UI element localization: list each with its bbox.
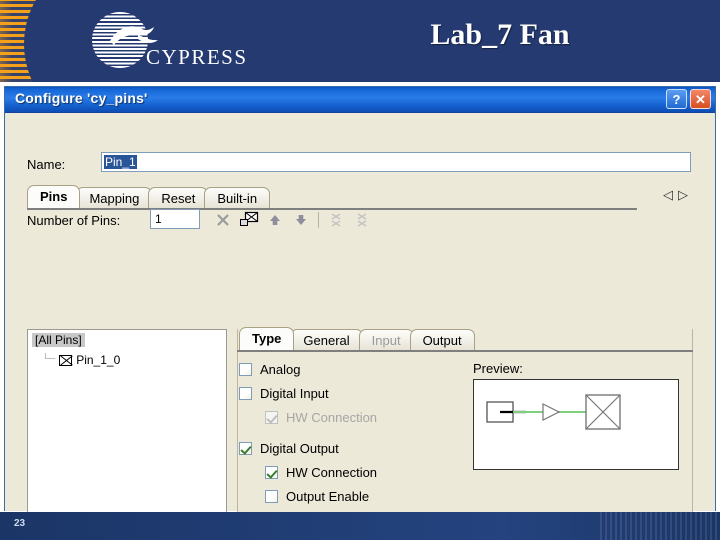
add-pin-icon[interactable] <box>237 210 261 230</box>
dialog-tabs: Pins Mapping Reset Built-in <box>27 185 693 209</box>
delete-pin-icon[interactable] <box>211 210 235 230</box>
pin-symbol-icon <box>59 354 73 366</box>
tab-label: Type <box>252 331 282 346</box>
tab-general[interactable]: General <box>290 329 363 350</box>
cypress-logo: CYPRESS <box>92 12 260 74</box>
option-row-analog-0[interactable]: Analog <box>239 357 396 381</box>
collapse-all-icon[interactable] <box>350 210 374 230</box>
close-icon[interactable]: ✕ <box>690 89 711 109</box>
pins-tree[interactable]: [All Pins] └─ Pin_1_0 <box>27 329 227 540</box>
tab-pins[interactable]: Pins <box>27 185 81 208</box>
tab-label: General <box>303 333 350 348</box>
slide-footer: 23 <box>0 512 720 540</box>
tree-item-label: Pin_1_0 <box>76 353 121 367</box>
tab-reset[interactable]: Reset <box>148 187 209 208</box>
preview-label: Preview: <box>473 361 523 376</box>
checkbox-icon[interactable] <box>265 489 278 503</box>
option-row-hw-connection-4[interactable]: HW Connection <box>265 460 396 484</box>
pin-property-tabs: Type General Input Output <box>239 327 475 351</box>
move-up-icon[interactable] <box>263 210 287 230</box>
tab-label: Mapping <box>89 191 140 206</box>
preview-diagram <box>486 394 621 430</box>
tab-type[interactable]: Type <box>239 327 295 350</box>
toolbar-separator <box>318 211 319 228</box>
option-row-hw-connection-2[interactable]: HW Connection <box>265 405 396 429</box>
tab-label: Output <box>422 333 462 348</box>
option-label: Digital Output <box>260 440 339 456</box>
name-input[interactable]: Pin_1 <box>101 152 691 172</box>
option-label: Digital Input <box>260 385 329 401</box>
option-label: HW Connection <box>286 464 378 480</box>
tab-input[interactable]: Input <box>358 329 414 350</box>
tab-next-icon[interactable]: ▷ <box>678 187 693 202</box>
name-label: Name: <box>27 157 66 172</box>
checkbox-icon[interactable] <box>239 441 252 455</box>
configure-cy-pins-dialog: Configure 'cy_pins' ? ✕ Name: Pin_1 Pins… <box>4 86 716 540</box>
tab-mapping[interactable]: Mapping <box>76 187 153 208</box>
dialog-title: Configure 'cy_pins' <box>15 90 148 106</box>
option-row-output-enable-5[interactable]: Output Enable <box>265 484 396 508</box>
tab-label: Pins <box>40 189 68 204</box>
tab-prev-icon[interactable]: ◁ <box>663 187 678 202</box>
page-number: 23 <box>14 518 26 529</box>
tab-label: Built-in <box>217 191 258 206</box>
preview-box <box>473 379 679 470</box>
footer-stripes <box>600 512 720 540</box>
expand-all-icon[interactable] <box>324 210 348 230</box>
pins-toolbar <box>211 209 374 230</box>
tab-label: Reset <box>161 191 196 206</box>
tree-elbow-icon: └─ <box>42 354 56 366</box>
tab-label: Input <box>371 333 401 348</box>
tree-root-item[interactable]: [All Pins] <box>32 333 85 347</box>
option-row-digital-input-1[interactable]: Digital Input <box>239 381 396 405</box>
logo-wordmark: CYPRESS <box>146 45 248 69</box>
option-label: Output Enable <box>286 488 370 504</box>
tab-output[interactable]: Output <box>409 329 475 350</box>
dialog-body: Name: Pin_1 Pins Mapping Reset Built-in ◁▷ … <box>5 113 715 540</box>
tab-built-in[interactable]: Built-in <box>204 187 271 208</box>
option-label: HW Connection <box>286 409 378 425</box>
checkbox-icon[interactable] <box>265 410 278 424</box>
pins-count-label: Number of Pins: <box>27 213 121 228</box>
pins-count-input[interactable]: 1 <box>150 209 200 229</box>
move-down-icon[interactable] <box>289 210 313 230</box>
checkbox-icon[interactable] <box>239 362 252 376</box>
tab-nav-arrows[interactable]: ◁▷ <box>663 187 693 203</box>
checkbox-icon[interactable] <box>239 386 252 400</box>
tree-item-pin-1-0[interactable]: └─ Pin_1_0 <box>42 353 226 367</box>
slide-title: Lab_7 Fan <box>430 18 570 51</box>
slide-root: CYPRESS Lab_7 Fan Configure 'cy_pins' ? … <box>0 0 720 540</box>
help-icon[interactable]: ? <box>666 89 687 109</box>
titlebar-buttons: ? ✕ <box>666 89 711 109</box>
dialog-titlebar[interactable]: Configure 'cy_pins' ? ✕ <box>5 87 715 113</box>
option-label: Analog <box>260 361 301 377</box>
slide-header: CYPRESS Lab_7 Fan <box>0 0 720 82</box>
checkbox-icon[interactable] <box>265 465 278 479</box>
name-input-value: Pin_1 <box>104 155 137 169</box>
option-row-digital-output-3[interactable]: Digital Output <box>239 436 396 460</box>
